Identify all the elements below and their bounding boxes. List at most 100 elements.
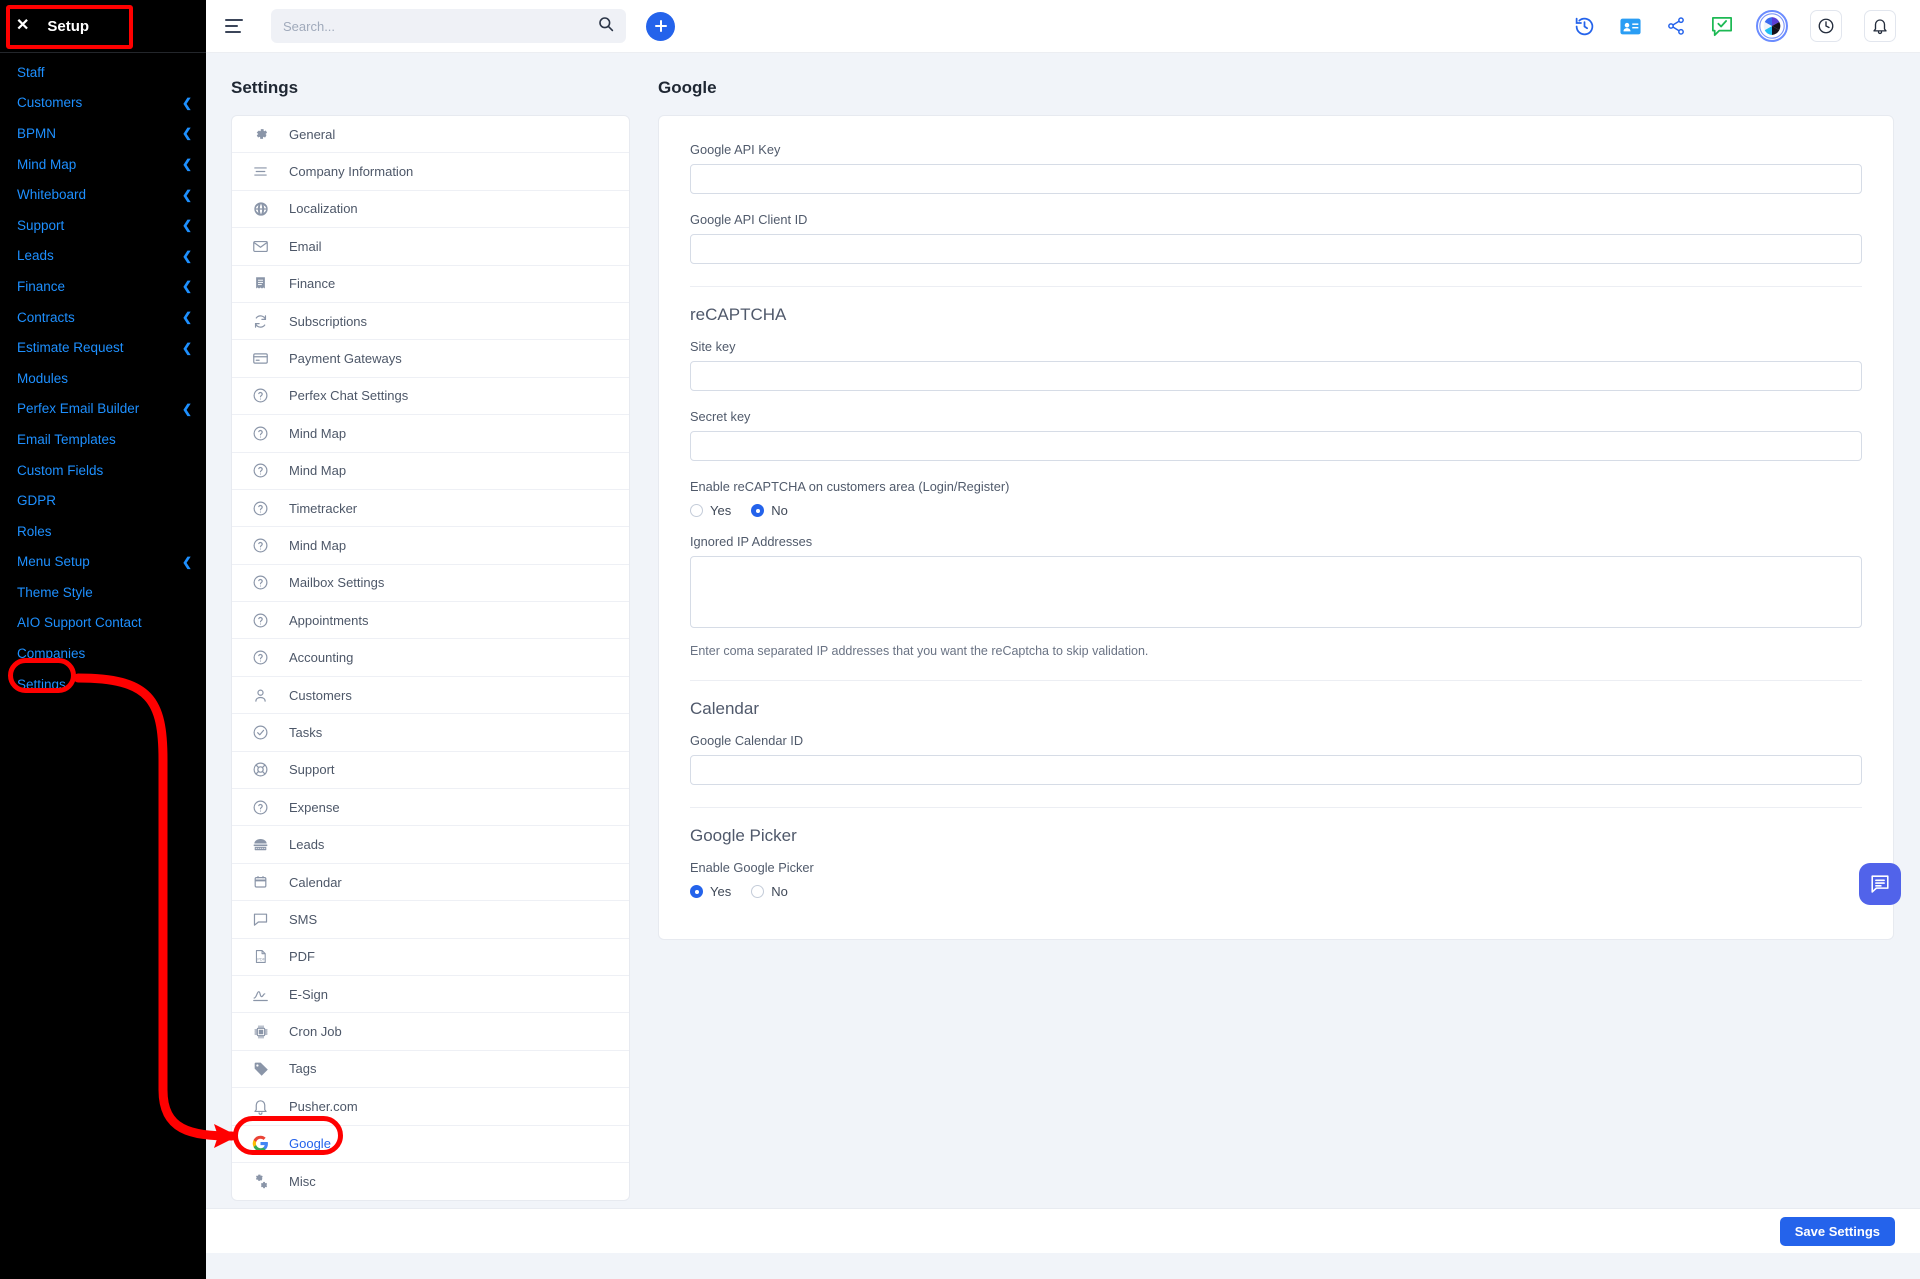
settings-item-customers[interactable]: Customers — [232, 677, 629, 715]
sidebar-item-estimate-request[interactable]: Estimate Request ❮ — [0, 332, 206, 363]
settings-item-tasks[interactable]: Tasks — [232, 714, 629, 752]
add-new-button[interactable] — [646, 11, 675, 41]
gears-icon — [252, 1173, 269, 1190]
signature-icon — [252, 986, 269, 1003]
settings-item-company-information[interactable]: Company Information — [232, 153, 629, 191]
sidebar-item-companies[interactable]: Companies — [0, 638, 206, 669]
settings-item-mailbox-settings[interactable]: Mailbox Settings — [232, 565, 629, 603]
sidebar-item-contracts[interactable]: Contracts ❮ — [0, 302, 206, 333]
search-box[interactable] — [271, 9, 626, 43]
sidebar-item-theme-style[interactable]: Theme Style — [0, 577, 206, 608]
settings-item-mind-map[interactable]: Mind Map — [232, 453, 629, 490]
question-circle-icon — [252, 462, 269, 479]
settings-item-google[interactable]: Google — [232, 1126, 629, 1163]
settings-item-mind-map[interactable]: Mind Map — [232, 527, 629, 565]
sidebar-item-leads[interactable]: Leads ❮ — [0, 241, 206, 272]
sidebar-item-perfex-email-builder[interactable]: Perfex Email Builder ❮ — [0, 394, 206, 425]
sidebar-item-menu-setup[interactable]: Menu Setup ❮ — [0, 547, 206, 578]
sidebar-item-email-templates[interactable]: Email Templates — [0, 424, 206, 455]
settings-item-appointments[interactable]: Appointments — [232, 602, 629, 640]
contact-card-icon[interactable] — [1618, 14, 1642, 38]
sidebar-item-aio-support-contact[interactable]: AIO Support Contact — [0, 608, 206, 639]
sidebar-item-custom-fields[interactable]: Custom Fields — [0, 455, 206, 486]
enable-recaptcha-no[interactable]: No — [751, 503, 788, 518]
sidebar-item-roles[interactable]: Roles — [0, 516, 206, 547]
settings-item-accounting[interactable]: Accounting — [232, 639, 629, 677]
google-picker-no[interactable]: No — [751, 884, 788, 899]
radio-circle[interactable] — [690, 885, 703, 898]
chevron-left-icon[interactable]: ❮ — [182, 280, 192, 292]
settings-item-label: Subscriptions — [289, 313, 368, 329]
chevron-left-icon[interactable]: ❮ — [182, 403, 192, 415]
radio-circle[interactable] — [751, 504, 765, 517]
chevron-left-icon[interactable]: ❮ — [182, 311, 192, 323]
settings-item-email[interactable]: Email — [232, 228, 629, 266]
settings-item-subscriptions[interactable]: Subscriptions — [232, 303, 629, 341]
radio-circle[interactable] — [690, 504, 703, 517]
settings-item-e-sign[interactable]: E-Sign — [232, 976, 629, 1014]
google-picker-yes[interactable]: Yes — [690, 884, 731, 899]
google-client-id-input[interactable] — [690, 234, 1862, 264]
chevron-left-icon[interactable]: ❮ — [182, 250, 192, 262]
sidebar-item-whiteboard[interactable]: Whiteboard ❮ — [0, 179, 206, 210]
google-picker-radio-group: Yes No — [690, 884, 1862, 899]
sidebar-item-settings[interactable]: Settings — [0, 669, 206, 700]
hamburger-menu-icon[interactable] — [225, 19, 243, 33]
chevron-left-icon[interactable]: ❮ — [182, 97, 192, 109]
sidebar-item-bpmn[interactable]: BPMN ❮ — [0, 118, 206, 149]
question-circle-icon — [252, 425, 269, 442]
sidebar-item-modules[interactable]: Modules — [0, 363, 206, 394]
settings-item-pusher-com[interactable]: Pusher.com — [232, 1088, 629, 1126]
settings-item-localization[interactable]: Localization — [232, 191, 629, 229]
clock-icon[interactable] — [1810, 10, 1842, 42]
feedback-icon[interactable] — [1710, 14, 1734, 38]
settings-item-timetracker[interactable]: Timetracker — [232, 490, 629, 528]
chevron-left-icon[interactable]: ❮ — [182, 189, 192, 201]
bell-icon[interactable] — [1864, 10, 1896, 42]
google-calendar-id-input[interactable] — [690, 755, 1862, 785]
settings-item-tags[interactable]: Tags — [232, 1051, 629, 1089]
settings-item-calendar[interactable]: Calendar — [232, 864, 629, 902]
settings-item-misc[interactable]: Misc — [232, 1163, 629, 1200]
ignored-ip-textarea[interactable] — [690, 556, 1862, 628]
radio-label: Yes — [710, 884, 732, 899]
settings-item-leads[interactable]: Leads — [232, 826, 629, 864]
search-icon[interactable] — [598, 16, 614, 37]
settings-item-cron-job[interactable]: Cron Job — [232, 1013, 629, 1051]
sidebar-menu: Staff Customers ❮ BPMN ❮ Mind Map ❮ Whiteboard ❮… — [0, 53, 206, 699]
chat-bubble-button[interactable] — [1859, 863, 1901, 905]
sidebar-item-mind-map[interactable]: Mind Map ❮ — [0, 149, 206, 180]
radio-circle[interactable] — [751, 885, 765, 898]
history-icon[interactable] — [1572, 14, 1596, 38]
settings-item-finance[interactable]: Finance — [232, 266, 629, 303]
chevron-left-icon[interactable]: ❮ — [182, 556, 192, 568]
google-settings-card: Google API Key Google API Client ID reCA… — [658, 115, 1894, 940]
site-key-input[interactable] — [690, 361, 1862, 391]
pdf-icon: PDF — [252, 948, 269, 965]
chevron-left-icon[interactable]: ❮ — [182, 127, 192, 139]
close-icon[interactable]: ✕ — [16, 18, 29, 34]
settings-item-support[interactable]: Support — [232, 752, 629, 790]
search-input[interactable] — [283, 18, 598, 34]
sidebar-item-staff[interactable]: Staff — [0, 57, 206, 88]
google-api-key-input[interactable] — [690, 164, 1862, 194]
settings-item-mind-map[interactable]: Mind Map — [232, 415, 629, 453]
sidebar-item-finance[interactable]: Finance ❮ — [0, 271, 206, 302]
secret-key-input[interactable] — [690, 431, 1862, 461]
save-settings-button[interactable]: Save Settings — [1779, 1217, 1895, 1246]
sidebar-item-customers[interactable]: Customers ❮ — [0, 88, 206, 119]
share-icon[interactable] — [1664, 14, 1688, 38]
settings-item-general[interactable]: General — [232, 116, 629, 154]
enable-recaptcha-yes[interactable]: Yes — [690, 503, 731, 518]
chevron-left-icon[interactable]: ❮ — [182, 219, 192, 231]
chevron-left-icon[interactable]: ❮ — [182, 342, 192, 354]
chevron-left-icon[interactable]: ❮ — [182, 158, 192, 170]
user-avatar[interactable] — [1756, 10, 1788, 42]
settings-item-payment-gateways[interactable]: Payment Gateways — [232, 340, 629, 378]
sidebar-item-gdpr[interactable]: GDPR — [0, 485, 206, 516]
settings-item-pdf[interactable]: PDF PDF — [232, 939, 629, 976]
sidebar-item-support[interactable]: Support ❮ — [0, 210, 206, 241]
settings-item-expense[interactable]: Expense — [232, 789, 629, 827]
settings-item-sms[interactable]: SMS — [232, 901, 629, 939]
settings-item-perfex-chat-settings[interactable]: Perfex Chat Settings — [232, 378, 629, 416]
